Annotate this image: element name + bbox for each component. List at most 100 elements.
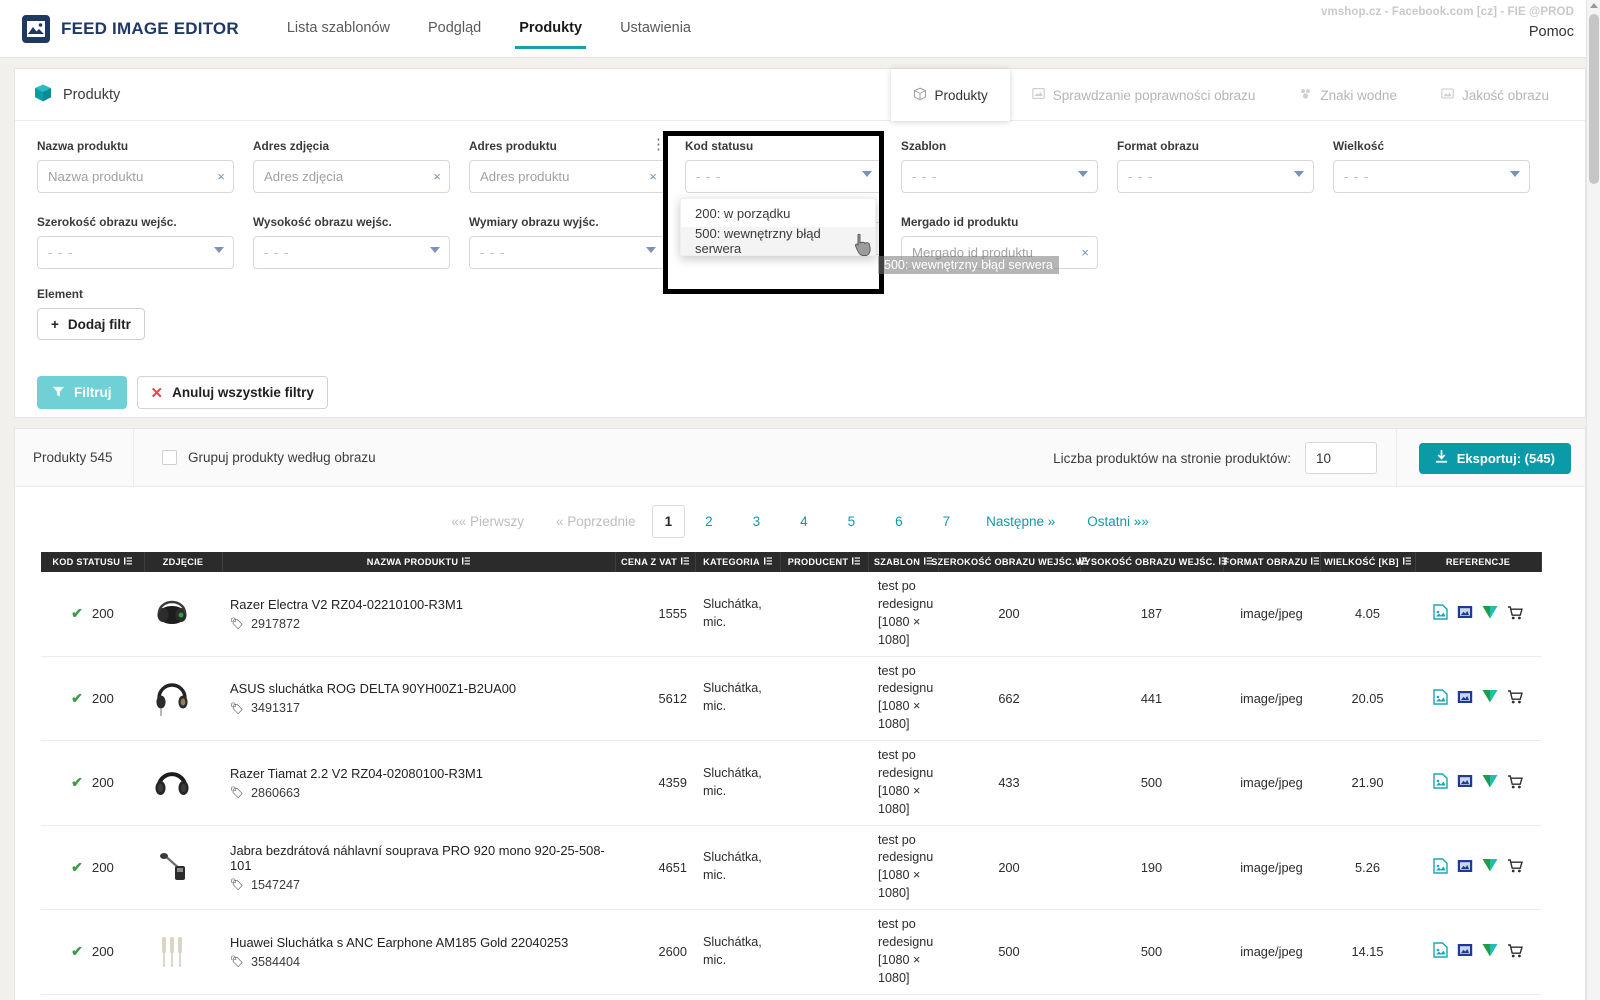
col-wysokosc-wejsc[interactable]: WYSOKOŚĆ OBRAZU WEJŚC.: [1076, 552, 1228, 572]
chevron-down-icon[interactable]: [1078, 171, 1088, 177]
product-thumbnail[interactable]: [152, 763, 192, 803]
page-scrollbar[interactable]: [1586, 0, 1600, 1000]
clear-icon[interactable]: ×: [649, 169, 657, 184]
pagination-page-5[interactable]: 5: [828, 514, 876, 529]
sort-icon[interactable]: [124, 557, 133, 567]
adres-zdjecia-input[interactable]: Adres zdjęcia: [253, 160, 450, 193]
col-kod-statusu[interactable]: KOD STATUSU: [41, 552, 145, 572]
cancel-all-filters-button[interactable]: ✕ Anuluj wszystkie filtry: [136, 376, 328, 409]
dropdown-option-200[interactable]: 200: w porządku: [681, 199, 875, 227]
image-file-icon[interactable]: [1433, 942, 1448, 961]
picture-frame-icon[interactable]: [1457, 689, 1473, 708]
help-link[interactable]: Pomoc: [1321, 24, 1574, 40]
table-row[interactable]: ✔ 200 ASUS sluchátka ROG DELTA 90YH00Z1-B…: [41, 656, 1541, 741]
nazwa-produktu-input[interactable]: Nazwa produktu: [37, 160, 234, 193]
pagination-prev[interactable]: « Poprzednie: [540, 514, 652, 529]
cell-photo[interactable]: [144, 825, 222, 910]
mergado-icon[interactable]: [1482, 689, 1498, 707]
chevron-down-icon[interactable]: [1510, 171, 1520, 177]
pagination-page-7[interactable]: 7: [923, 514, 971, 529]
picture-frame-icon[interactable]: [1457, 773, 1473, 792]
picture-frame-icon[interactable]: [1457, 604, 1473, 623]
cell-photo[interactable]: [144, 656, 222, 741]
col-producent[interactable]: PRODUCENT: [780, 552, 869, 572]
tab-image-validation[interactable]: Sprawdzanie poprawności obrazu: [1010, 69, 1278, 121]
nav-item-templates[interactable]: Lista szablonów: [285, 2, 392, 55]
table-row[interactable]: ✔200 Jabra náhlavní souprava BIZ 2300 QD…: [41, 994, 1541, 1000]
export-button[interactable]: Eksportuj: (545): [1418, 442, 1571, 474]
tab-image-quality[interactable]: Jakość obrazu: [1419, 69, 1571, 121]
add-filter-button[interactable]: + Dodaj filtr: [37, 308, 145, 340]
per-page-input[interactable]: 10: [1305, 442, 1377, 474]
sort-icon[interactable]: [852, 557, 861, 567]
mergado-icon[interactable]: [1482, 774, 1498, 792]
szerokosc-wejsc-select[interactable]: - - -: [37, 236, 234, 269]
pagination-page-2[interactable]: 2: [685, 514, 733, 529]
group-by-image-checkbox[interactable]: [162, 450, 177, 465]
cart-icon[interactable]: [1507, 774, 1523, 792]
scrollbar-thumb[interactable]: [1589, 14, 1599, 184]
cell-photo[interactable]: [144, 572, 222, 657]
picture-frame-icon[interactable]: [1457, 942, 1473, 961]
tab-produkty[interactable]: Produkty: [890, 69, 1010, 121]
pagination-page-3[interactable]: 3: [733, 514, 781, 529]
col-szerokosc-wejsc[interactable]: SZEROKOŚĆ OBRAZU WEJŚC.: [931, 552, 1087, 572]
group-by-image-row[interactable]: Grupuj produkty według obrazu: [134, 450, 376, 465]
sort-icon[interactable]: [763, 557, 772, 567]
col-nazwa-produktu[interactable]: NAZWA PRODUKTU: [222, 552, 616, 572]
pagination-page-1[interactable]: 1: [651, 505, 686, 538]
chevron-down-icon[interactable]: [1294, 171, 1304, 177]
chevron-down-icon[interactable]: [646, 247, 656, 253]
cart-icon[interactable]: [1507, 858, 1523, 876]
cell-photo[interactable]: [144, 994, 222, 1000]
adres-produktu-input[interactable]: Adres produktu: [469, 160, 666, 193]
picture-frame-icon[interactable]: [1457, 858, 1473, 877]
nav-item-preview[interactable]: Podgląd: [426, 2, 483, 55]
image-file-icon[interactable]: [1433, 604, 1448, 623]
table-row[interactable]: ✔ 200 Huawei Sluchátka s ANC Earphone AM1…: [41, 909, 1541, 995]
sort-icon[interactable]: [1402, 557, 1411, 567]
table-row[interactable]: ✔ 200 Jabra bezdrátová náhlavní souprava …: [41, 825, 1541, 910]
cart-icon[interactable]: [1507, 689, 1523, 707]
clear-icon[interactable]: ×: [433, 169, 441, 184]
chevron-down-icon[interactable]: [430, 247, 440, 253]
sort-icon[interactable]: [462, 557, 471, 567]
product-thumbnail[interactable]: [152, 678, 192, 718]
col-wielkosc-kb[interactable]: WIELKOŚĆ [KB]: [1320, 552, 1416, 572]
cell-photo[interactable]: [144, 909, 222, 995]
image-file-icon[interactable]: [1433, 858, 1448, 877]
kod-statusu-dropdown-menu[interactable]: 200: w porządku 500: wewnętrzny błąd ser…: [680, 198, 876, 256]
image-file-icon[interactable]: [1433, 689, 1448, 708]
table-row[interactable]: ✔ 200 Razer Electra V2 RZ04-02210100-R3M1…: [41, 572, 1541, 657]
pagination-last[interactable]: Ostatni »»: [1071, 514, 1165, 529]
cart-icon[interactable]: [1507, 943, 1523, 961]
format-obrazu-select[interactable]: - - -: [1117, 160, 1314, 193]
col-szablon[interactable]: SZABLON: [868, 552, 939, 572]
cell-photo[interactable]: [144, 740, 222, 826]
sort-icon[interactable]: [680, 557, 689, 567]
scroll-up-arrow-icon[interactable]: [1590, 3, 1598, 8]
col-cena-z-vat[interactable]: CENA Z VAT: [615, 552, 696, 572]
nav-item-products[interactable]: Produkty: [515, 2, 586, 55]
filter-button[interactable]: Filtruj: [37, 376, 127, 409]
product-thumbnail[interactable]: [152, 594, 192, 634]
mergado-icon[interactable]: [1482, 943, 1498, 961]
clear-icon[interactable]: ×: [217, 169, 225, 184]
mergado-icon[interactable]: [1482, 605, 1498, 623]
wysokosc-wejsc-select[interactable]: - - -: [253, 236, 450, 269]
pagination-next[interactable]: Następne »: [970, 514, 1071, 529]
brand[interactable]: FEED IMAGE EDITOR: [22, 14, 239, 43]
tab-watermarks[interactable]: Znaki wodne: [1277, 69, 1419, 121]
chevron-down-icon[interactable]: [214, 247, 224, 253]
pagination-first[interactable]: «« Pierwszy: [435, 514, 540, 529]
product-thumbnail[interactable]: [152, 932, 192, 972]
more-options-icon[interactable]: ⋮: [651, 137, 666, 152]
chevron-down-icon[interactable]: [862, 171, 872, 177]
wielkosc-select[interactable]: - - -: [1333, 160, 1530, 193]
szablon-select[interactable]: - - -: [901, 160, 1098, 193]
clear-icon[interactable]: ×: [1081, 245, 1089, 260]
dropdown-option-500[interactable]: 500: wewnętrzny błąd serwera: [681, 226, 875, 256]
pagination-page-6[interactable]: 6: [875, 514, 923, 529]
table-row[interactable]: ✔ 200 Razer Tiamat 2.2 V2 RZ04-02080100-R…: [41, 740, 1541, 826]
col-kategoria[interactable]: KATEGORIA: [695, 552, 781, 572]
